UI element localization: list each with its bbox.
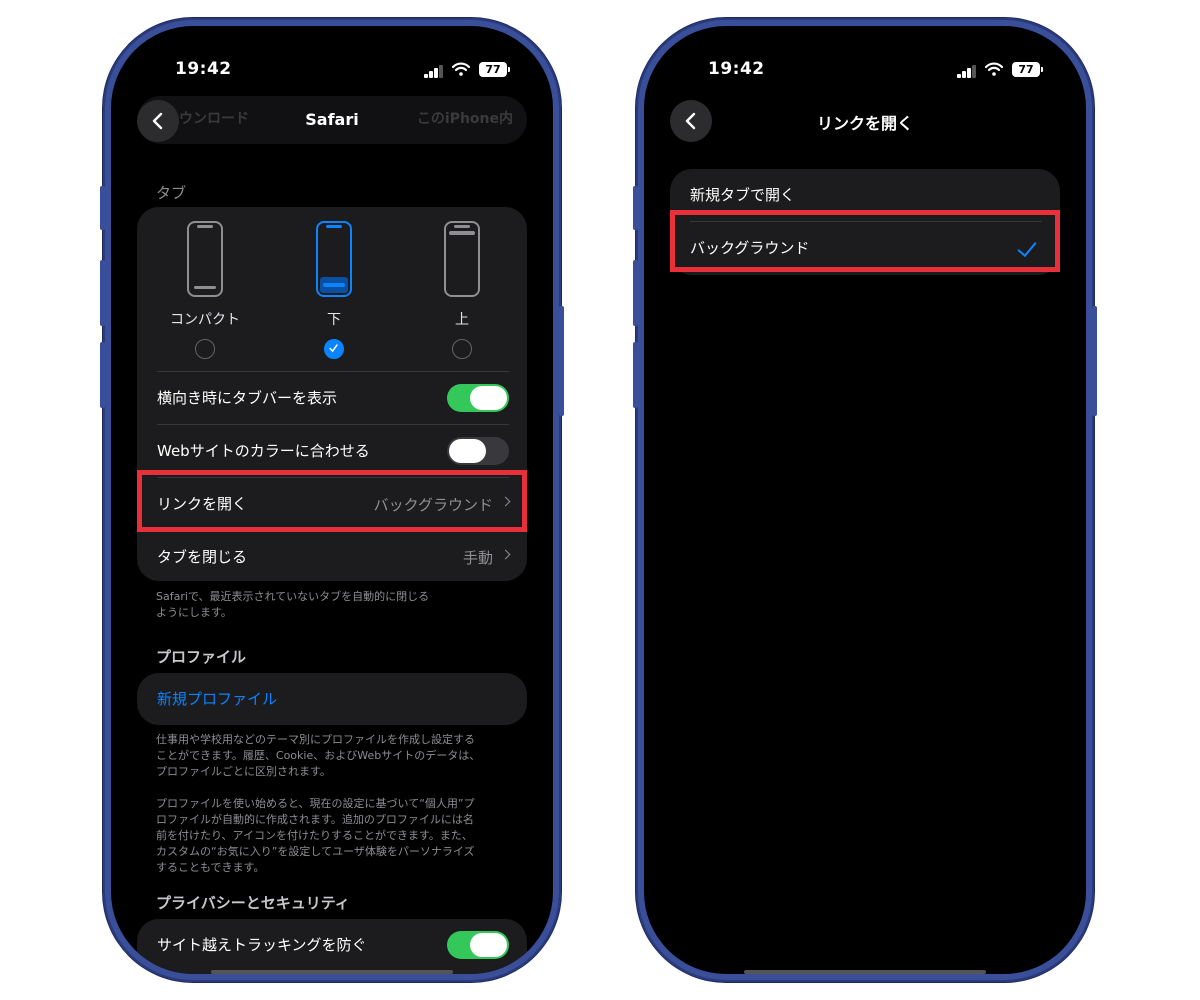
tab-layout-compact[interactable]: コンパクト [165,221,245,359]
volume-up-button [100,260,105,326]
tab-layout-bottom[interactable]: 下 [294,221,374,359]
radio-unselected[interactable] [452,339,472,359]
privacy-group: サイト越えトラッキングを防ぐ [137,919,527,974]
screen-right: 19:42 77 リンクを開く 新規タブで開く バックグラウンド [644,26,1086,974]
row-label: 横向き時にタブバーを表示 [157,389,338,407]
volume-down-button [633,342,638,408]
footer-text: 仕事用や学校用などのテーマ別にプロファイルを作成し設定する [156,733,475,746]
row-prevent-tracking[interactable]: サイト越えトラッキングを防ぐ [137,919,527,971]
tabs-footer: Safariで、最近表示されていないタブを自動的に閉じる ようにします。 [156,589,508,621]
cellular-signal-icon [424,64,446,78]
side-button [1092,306,1097,416]
phone-compact-icon [187,221,223,297]
wifi-icon [452,62,470,76]
section-header-privacy: プライバシーとセキュリティ [156,894,350,912]
status-time: 19:42 [708,59,765,79]
tab-layout-label: コンパクト [170,312,240,328]
side-button [559,306,564,416]
row-label: サイト越えトラッキングを防ぐ [157,936,367,954]
footer-text: ロファイルが自動的に作成されます。追加のプロファイルには名 [156,813,474,826]
chevron-right-icon [500,549,511,560]
home-indicator [744,970,986,974]
status-bar: 19:42 77 [111,26,553,86]
footer-text: カスタムの“お気に入り”を設定してユーザ体験をパーソナライズ [156,845,475,858]
wifi-icon [985,62,1003,76]
battery-icon: 77 [479,62,510,77]
checkmark-icon [329,344,338,353]
tab-layout-label: 下 [327,312,341,328]
action-button [633,186,638,230]
footer-text: ことができます。履歴、Cookie、およびWebサイトのデータは、 [156,749,481,762]
phone-bottom-icon [316,221,352,297]
volume-up-button [633,260,638,326]
home-indicator [211,970,453,974]
radio-unselected[interactable] [195,339,215,359]
status-bar: 19:42 77 [644,26,1086,86]
new-profile-link[interactable]: 新規プロファイル [157,688,277,709]
tab-layout-label: 上 [455,312,469,328]
phone-frame-left: 19:42 77 ウンロード このiPhone内 Safari タブ コンパクト… [100,18,564,982]
screen-left: 19:42 77 ウンロード このiPhone内 Safari タブ コンパクト… [111,26,553,974]
tab-layout-top[interactable]: 上 [422,221,502,359]
footer-text: ようにします。 [156,606,232,619]
chevron-left-icon [152,112,163,130]
profile-footer-2: プロファイルを使い始めると、現在の設定に基づいて“個人用”プ ロファイルが自動的… [156,796,508,876]
chevron-left-icon [685,112,696,130]
section-header-tabs: タブ [156,184,187,202]
nav-bar: ウンロード このiPhone内 Safari [111,96,553,146]
phone-frame-right: 19:42 77 リンクを開く 新規タブで開く バックグラウンド [633,18,1097,982]
profile-group: 新規プロファイル [137,673,527,725]
status-time: 19:42 [175,59,232,79]
volume-down-button [100,342,105,408]
row-value: 手動 [462,549,493,567]
highlight-open-links [137,470,527,532]
action-button [100,186,105,230]
footer-text: プロファイルを使い始めると、現在の設定に基づいて“個人用”プ [156,797,475,810]
footer-text: 前を付けたり、アイコンを付けたりすることができます。また、 [156,829,473,842]
highlight-background-option [670,210,1060,272]
landscape-tabbar-toggle[interactable] [447,384,509,412]
row-label: Webサイトのカラーに合わせる [157,442,370,460]
option-label: 新規タブで開く [690,186,796,204]
nav-bar: リンクを開く [644,96,1086,146]
phone-top-icon [444,221,480,297]
footer-text: することもできます。 [156,861,265,874]
row-label: タブを閉じる [157,548,248,566]
row-new-profile[interactable]: 新規プロファイル [137,673,527,725]
footer-text: プロファイルごとに区別されます。 [156,765,331,778]
footer-text: Safariで、最近表示されていないタブを自動的に閉じる [156,590,430,603]
profile-footer-1: 仕事用や学校用などのテーマ別にプロファイルを作成し設定する ことができます。履歴… [156,732,508,780]
cellular-signal-icon [957,64,979,78]
prevent-tracking-toggle[interactable] [447,931,509,959]
section-header-profile: プロファイル [156,648,247,666]
back-button[interactable] [137,100,179,142]
website-color-toggle[interactable] [447,437,509,465]
radio-selected[interactable] [324,339,344,359]
row-landscape-tabbar[interactable]: 横向き時にタブバーを表示 [137,372,527,424]
back-button[interactable] [670,100,712,142]
battery-icon: 77 [1012,62,1043,77]
row-close-tabs[interactable]: タブを閉じる 手動 [137,531,527,583]
